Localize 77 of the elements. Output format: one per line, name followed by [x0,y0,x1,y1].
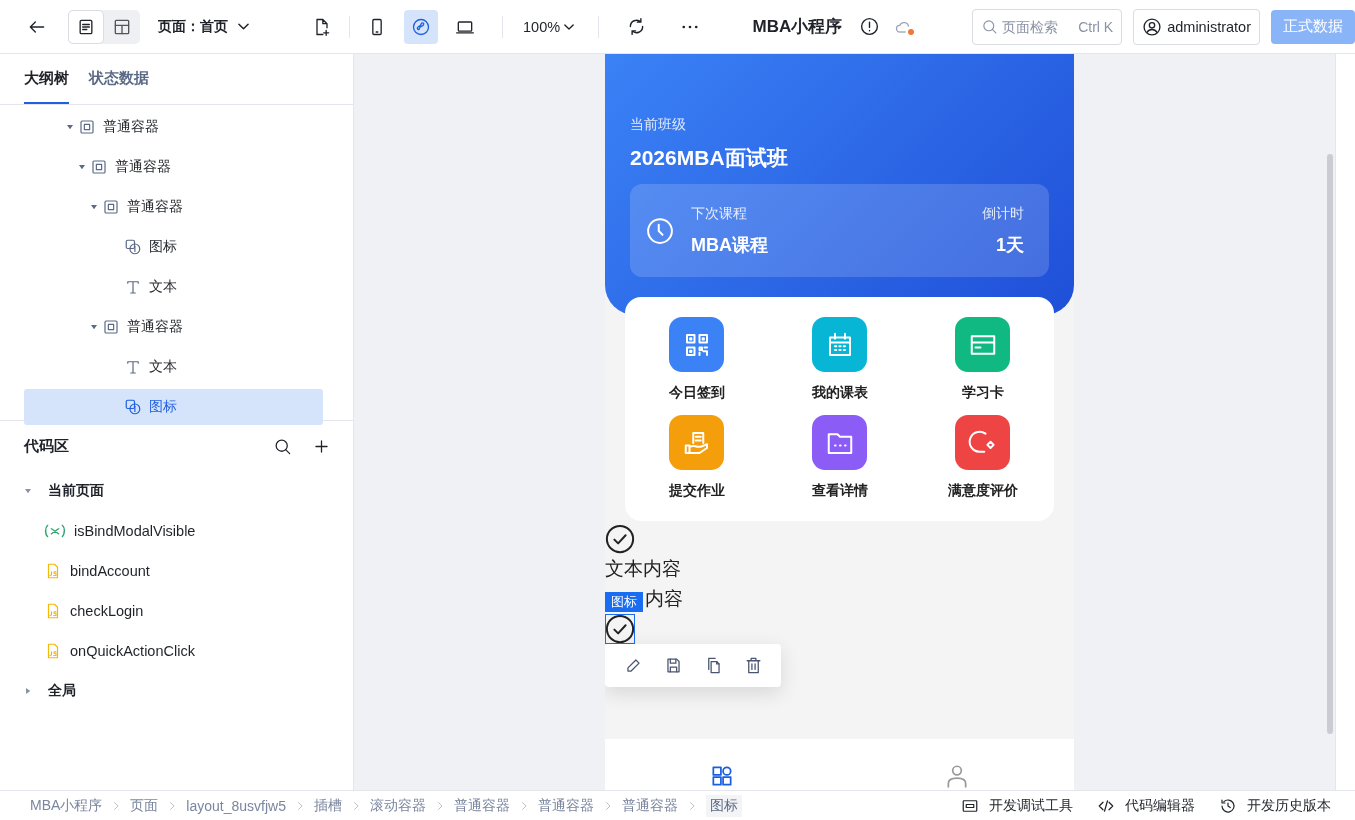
outline-item[interactable]: 文本 [24,269,323,305]
shapes-icon [124,238,142,256]
breadcrumb-item[interactable]: layout_8usvfjw5 [186,797,286,814]
code-item[interactable]: checkLogin [24,591,353,631]
panel-tab[interactable]: 大纲树 [24,54,69,104]
next-course-name: MBA课程 [691,233,769,257]
page-selector[interactable]: 页面：首页 [158,17,249,36]
device-button[interactable] [404,9,438,44]
quick-action[interactable]: 查看详情 [768,415,911,513]
zoom-dropdown[interactable]: 100% [523,18,575,35]
user-button[interactable]: administrator [1133,8,1260,45]
link-icon [411,16,431,37]
countdown-label: 倒计时 [982,204,1024,223]
header-caption: 当前班级 [630,116,687,134]
text-content: 内容 [645,587,683,611]
code-group[interactable]: 全局 [24,671,353,711]
text-icon [124,278,142,296]
text-content: 文本内容 [605,557,681,581]
code-group[interactable]: 当前页面 [24,471,353,511]
breadcrumb-item[interactable]: 普通容器 [537,796,594,815]
breadcrumb-item[interactable]: 页面 [130,796,159,815]
user-icon [1142,16,1163,37]
panel-tab[interactable]: 状态数据 [89,54,149,104]
outline-item[interactable]: 普通容器 [24,309,323,345]
code-item[interactable]: isBindModalVisible [24,511,353,551]
bottom-tool-button[interactable]: 代码编辑器 [1097,796,1195,815]
caret-icon [24,687,32,695]
chevron-down-icon [238,23,249,30]
quick-action[interactable]: 我的课表 [768,317,911,415]
container-icon [78,118,96,136]
section-title: 代码区 [24,436,70,456]
bottom-tool-button[interactable]: 开发调试工具 [961,796,1073,815]
bottom-tool-button[interactable]: 开发历史版本 [1219,796,1331,815]
breadcrumb-item[interactable]: 图标 [705,794,742,817]
chevron-down-icon [564,23,575,30]
quick-action[interactable]: 提交作业 [625,415,768,513]
search-icon [981,17,999,36]
more-icon [682,24,699,29]
text-icon [124,358,142,376]
caret-icon [78,163,86,171]
quick-action[interactable]: 今日签到 [625,317,768,415]
clock-icon [645,215,675,246]
shortcut-hint: Ctrl K [1078,18,1114,35]
caret-icon [24,487,32,495]
code-item[interactable]: onQuickActionClick [24,631,353,671]
breadcrumb-item[interactable]: 普通容器 [621,796,678,815]
history-icon [1219,796,1237,815]
container-icon [102,198,120,216]
app-title: MBA小程序 [752,16,843,38]
breadcrumb-item[interactable]: 滚动容器 [369,796,426,815]
info-icon [858,16,880,37]
outline-item[interactable]: 文本 [24,349,323,385]
code-item[interactable]: bindAccount [24,551,353,591]
outline-item[interactable]: 普通容器 [24,109,323,145]
outline-item[interactable]: 普通容器 [24,149,323,185]
breadcrumb-item[interactable]: 普通容器 [453,796,510,815]
quick-action[interactable]: 学习卡 [911,317,1054,415]
next-course-label: 下次课程 [691,204,748,223]
check-circle-icon [605,524,635,554]
countdown-value: 1天 [996,233,1024,257]
container-icon [90,158,108,176]
shapes-icon [124,398,142,416]
caret-icon [90,323,98,331]
quick-action[interactable]: 满意度评价 [911,415,1054,513]
variable-icon [44,524,66,538]
breadcrumb-item[interactable]: 插槽 [313,796,342,815]
scrollbar[interactable] [1327,154,1333,734]
caret-icon [90,203,98,211]
container-icon [102,318,120,336]
breadcrumb-item[interactable]: MBA小程序 [30,796,103,815]
caret-icon [66,123,74,131]
outline-item[interactable]: 普通容器 [24,189,323,225]
selection-label: 图标 [605,592,643,612]
view-mode-tab[interactable] [68,9,104,44]
outline-item[interactable]: 图标 [24,229,323,265]
outline-item[interactable]: 图标 [24,389,323,425]
class-name: 2026MBA面试班 [630,145,789,171]
